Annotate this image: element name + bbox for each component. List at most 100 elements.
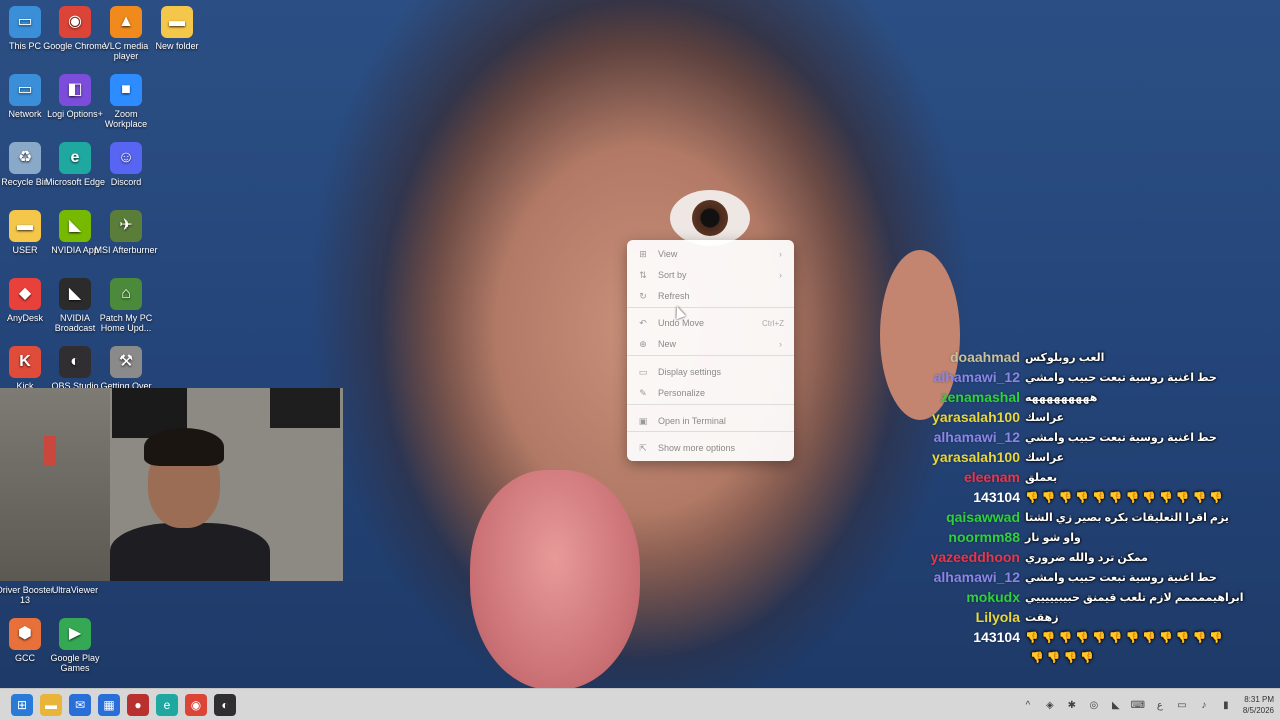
volume-icon[interactable]: ♪	[1195, 700, 1213, 711]
edge-icon: e	[59, 142, 91, 174]
desktop-icon[interactable]: ☺ Discord	[93, 138, 159, 187]
brush-icon: ✎	[639, 387, 647, 398]
store-icon[interactable]: ▦	[98, 693, 120, 716]
network-icon: ▭	[9, 74, 41, 106]
hammer-icon: ⚒	[110, 346, 142, 378]
chat-username: eleenam	[963, 469, 1020, 485]
chrome-icon: ◉	[59, 6, 91, 38]
wallpaper-eye	[670, 190, 750, 246]
display-icon: ▭	[638, 366, 648, 377]
chat-message: zenamashal هههههههههه	[920, 387, 1270, 407]
chrome-icon[interactable]: ◉	[185, 693, 207, 716]
chat-username: mokudx	[966, 589, 1020, 605]
menu-item-label: Open in Terminal	[658, 416, 726, 426]
menu-item-label: Display settings	[658, 367, 722, 377]
menu-item-show-more-options[interactable]: ⇱ Show more options	[631, 438, 790, 458]
chat-text: بعملق	[1025, 471, 1058, 484]
chat-text: ممكن ترد والله ضروري	[1025, 551, 1148, 564]
folder-icon: ▬	[161, 6, 193, 38]
patchmypc-icon: ⌂	[110, 278, 142, 310]
chat-text: ابراهيممممم لازم تلعب قيمنق حبيبيييييي	[1025, 591, 1244, 604]
menu-item-refresh[interactable]: ↻ Refresh	[631, 286, 790, 306]
chat-message: alhamawi_12 حط اغنية روسية تبعت حبيب وامش…	[920, 567, 1270, 587]
menu-separator	[627, 431, 794, 432]
recycle-bin-icon: ♻	[9, 142, 41, 174]
menu-item-new[interactable]: ⊕ New ›	[631, 334, 790, 354]
desktop-icon[interactable]: ■ Zoom Workplace	[93, 70, 159, 129]
chat-text: 👎 👎 👎 👎 👎 👎 👎 👎 👎 👎 👎 👎	[1025, 631, 1223, 644]
menu-item-display-settings[interactable]: ▭ Display settings	[631, 362, 790, 382]
desktop-icon[interactable]: ✈ MSI Afterburner	[93, 206, 159, 255]
menu-item-label: New	[658, 339, 677, 349]
outlook-icon[interactable]: ✉	[69, 693, 91, 716]
menu-item-undo-move[interactable]: ↶ Undo Move Ctrl+Z	[631, 313, 790, 333]
chat-text: واو شو نار	[1025, 531, 1081, 544]
chat-username: yarasalah100	[932, 449, 1020, 465]
chat-message: noormm88 واو شو نار	[920, 527, 1270, 547]
chevron-up-icon[interactable]: ^	[1019, 700, 1037, 711]
menu-item-open-in-terminal[interactable]: ▣ Open in Terminal	[631, 411, 790, 431]
menu-item-label: Personalize	[658, 388, 706, 398]
start-icon[interactable]: ⊞	[11, 693, 33, 716]
nvidia-tray-icon[interactable]: ◣	[1107, 700, 1125, 711]
menu-item-label: Sort by	[658, 270, 687, 280]
anydesk-icon: ◆	[9, 278, 41, 310]
menu-item-sort-by[interactable]: ⇅ Sort by ›	[631, 265, 790, 285]
menu-item-view[interactable]: ⊞ View ›	[631, 244, 790, 264]
chat-username: yarasalah100	[932, 409, 1020, 425]
chat-text: زهقت	[1025, 611, 1059, 624]
chat-text: حط اغنية روسية تبعت حبيب وامشي	[1025, 371, 1217, 384]
chat-username: alhamawi_12	[933, 569, 1020, 585]
msi-afterburner-icon: ✈	[110, 210, 142, 242]
obs-icon[interactable]: ◐	[214, 693, 236, 716]
app-red-icon[interactable]: ●	[127, 693, 149, 716]
menu-separator	[627, 404, 794, 405]
shield-icon[interactable]: ◈	[1041, 700, 1059, 711]
chat-username: noormm88	[948, 529, 1020, 545]
chat-message: yarasalah100 عراسك	[920, 407, 1270, 427]
chat-message: doaahmad العب روبلوكس	[920, 347, 1270, 367]
chat-message: yarasalah100 عراسك	[920, 447, 1270, 467]
chat-username: doaahmad	[949, 349, 1020, 365]
menu-item-personalize[interactable]: ✎ Personalize	[631, 383, 790, 403]
desktop-icon-label: UltraViewer	[51, 585, 99, 595]
desktop-icon[interactable]: ⌂ Patch My PC Home Upd...	[93, 274, 159, 333]
chat-message: alhamawi_12 حط اغنية روسية تبعت حبيب وامش…	[920, 367, 1270, 387]
steam-icon[interactable]: ◎	[1085, 700, 1103, 711]
monitor-icon[interactable]: ▭	[1173, 700, 1191, 711]
language-icon[interactable]: ع	[1151, 700, 1169, 711]
desktop-icon-label: MSI Afterburner	[94, 245, 158, 255]
monitor-icon: ▭	[9, 6, 41, 38]
chat-username: zenamashal	[940, 389, 1020, 405]
taskbar: ⊞ ▬ ✉ ▦ ● e ◉ ◐ ^ ◈ ✱ ◎ ◣ ⌨ ع ▭ ♪ ▮ 8:31 PM 8/5/2026	[0, 688, 1280, 720]
menu-item-label: View	[658, 249, 678, 259]
wallpaper-tongue	[470, 470, 640, 690]
battery-icon[interactable]: ▮	[1217, 700, 1235, 711]
play-games-icon: ▶	[59, 618, 91, 650]
chat-text: عراسك	[1025, 451, 1065, 464]
chat-message: eleenam بعملق	[920, 467, 1270, 487]
menu-item-label: Refresh	[658, 291, 690, 301]
clock[interactable]: 8:31 PM 8/5/2026	[1243, 694, 1274, 716]
desktop-context-menu: ⊞ View › ⇅ Sort by › ↻ Refresh ↶ Undo Move Ctrl+Z ⊕…	[627, 240, 794, 461]
chat-message: Lilyola زهقت	[920, 607, 1270, 627]
desktop-icon-label: New folder	[155, 41, 199, 51]
undo-icon: ↶	[639, 317, 647, 328]
vlc-icon: ▲	[110, 6, 142, 38]
webcam-overlay	[0, 388, 343, 581]
keyboard-icon[interactable]: ⌨	[1129, 700, 1147, 711]
chat-username: yazeeddhoon	[930, 549, 1020, 565]
chat-text: هههههههههه	[1025, 391, 1098, 404]
desktop-icon[interactable]: ⚒ Getting Over	[93, 342, 159, 391]
file-explorer-icon[interactable]: ▬	[40, 693, 62, 716]
clock-time: 8:31 PM	[1244, 695, 1274, 704]
settings-icon[interactable]: ✱	[1063, 700, 1081, 711]
desktop-icon-label: Patch My PC Home Upd...	[99, 313, 153, 333]
obs-icon: ◐	[59, 346, 91, 378]
clock-date: 8/5/2026	[1242, 706, 1274, 715]
chat-message: yazeeddhoon ممكن ترد والله ضروري	[920, 547, 1270, 567]
menu-item-label: Show more options	[658, 443, 736, 453]
edge-icon[interactable]: e	[156, 693, 178, 716]
desktop-icon[interactable]: ▬ New folder	[144, 2, 210, 51]
desktop-icon[interactable]: ▶ Google Play Games	[42, 614, 108, 673]
